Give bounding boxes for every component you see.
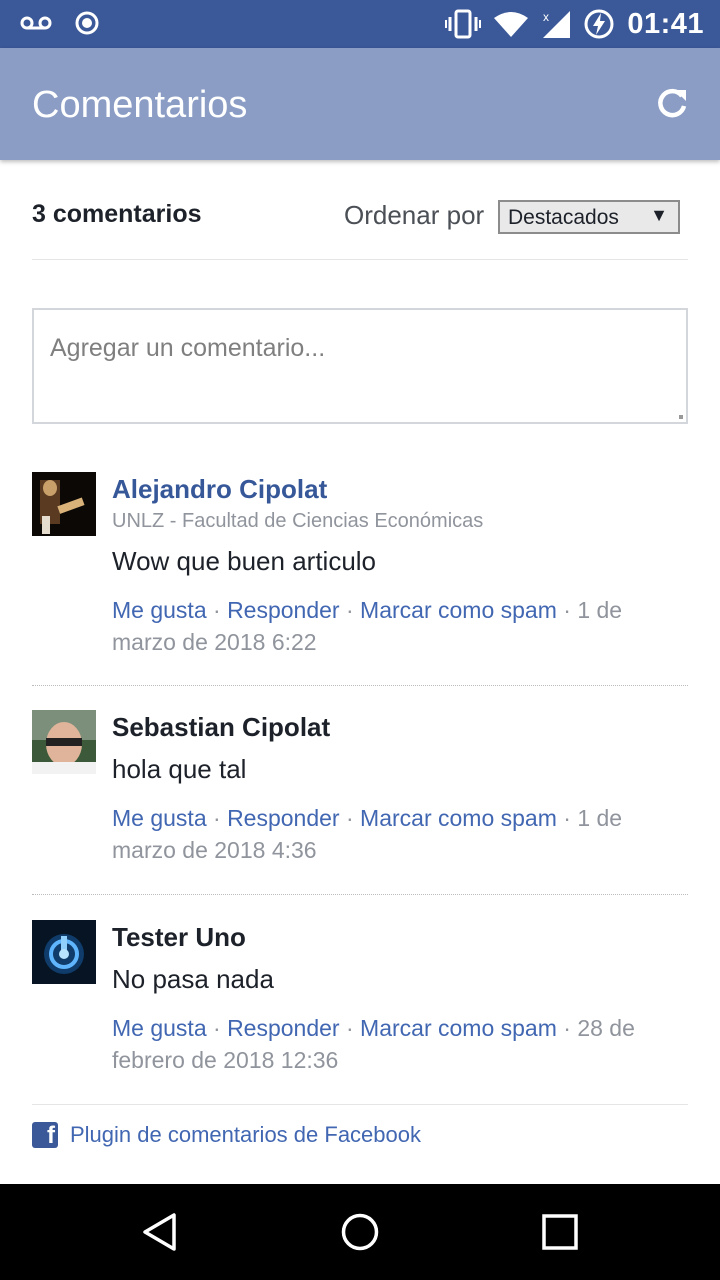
comments-plugin: 3 comentarios Ordenar por Destacados ▼ A… [32, 160, 688, 1149]
separator: · [563, 1015, 578, 1041]
comment-input-placeholder: Agregar un comentario... [50, 334, 326, 362]
reply-link[interactable]: Responder [227, 805, 340, 831]
comment-text: No pasa nada [112, 964, 274, 994]
comment-input[interactable]: Agregar un comentario... [32, 308, 688, 424]
app-bar: Comentarios [0, 48, 720, 160]
sort-select[interactable]: Destacados ▼ [498, 200, 680, 234]
refresh-icon[interactable] [654, 86, 690, 122]
avatar[interactable] [32, 920, 96, 984]
avatar[interactable] [32, 472, 96, 536]
navigation-bar [0, 1184, 720, 1280]
status-time: 01:41 [627, 7, 704, 40]
svg-text:x: x [543, 10, 549, 24]
status-bar: x 01:41 [0, 0, 720, 48]
spam-link[interactable]: Marcar como spam [360, 805, 557, 831]
vibrate-icon [445, 9, 482, 39]
chevron-down-icon: ▼ [650, 205, 668, 225]
comment-author[interactable]: Tester Uno [112, 920, 688, 954]
resize-handle[interactable] [679, 415, 683, 419]
comment-text: hola que tal [112, 754, 247, 784]
separator: · [345, 1015, 361, 1041]
spam-link[interactable]: Marcar como spam [360, 1015, 557, 1041]
record-icon [74, 10, 100, 36]
comment-actions: Me gusta · Responder · Marcar como spam … [112, 802, 688, 866]
home-icon[interactable] [340, 1212, 380, 1252]
reply-link[interactable]: Responder [227, 1015, 340, 1041]
comments-header: 3 comentarios Ordenar por Destacados ▼ [32, 160, 688, 260]
facebook-plugin-label[interactable]: Plugin de comentarios de Facebook [70, 1122, 421, 1148]
wifi-icon [493, 10, 529, 38]
facebook-icon: f [32, 1122, 58, 1149]
separator: · [563, 597, 578, 623]
like-link[interactable]: Me gusta [112, 805, 207, 831]
separator: · [345, 805, 361, 831]
comment-text: Wow que buen articulo [112, 546, 377, 576]
spam-link[interactable]: Marcar como spam [360, 597, 557, 623]
voicemail-icon [20, 15, 52, 31]
comment-actions: Me gusta · Responder · Marcar como spam … [112, 1012, 688, 1076]
like-link[interactable]: Me gusta [112, 597, 207, 623]
separator: · [213, 597, 228, 623]
battery-charging-icon [583, 8, 615, 40]
comment-divider [32, 685, 688, 686]
separator: · [213, 805, 228, 831]
avatar[interactable] [32, 710, 96, 774]
comment-author-affiliation: UNLZ - Facultad de Ciencias Económicas [112, 510, 484, 532]
footer-divider [32, 1104, 688, 1105]
comment-actions: Me gusta · Responder · Marcar como spam … [112, 594, 688, 658]
comment-count: 3 comentarios [32, 200, 202, 228]
reply-link[interactable]: Responder [227, 597, 340, 623]
separator: · [345, 597, 361, 623]
like-link[interactable]: Me gusta [112, 1015, 207, 1041]
separator: · [563, 805, 578, 831]
comment-author[interactable]: Alejandro Cipolat [112, 472, 688, 506]
sort-label: Ordenar por [344, 200, 485, 230]
facebook-plugin-link[interactable]: f Plugin de comentarios de Facebook [32, 1122, 421, 1149]
back-icon[interactable] [140, 1212, 180, 1252]
sort-selected-value: Destacados [508, 206, 619, 229]
page-title: Comentarios [32, 84, 248, 126]
separator: · [213, 1015, 228, 1041]
signal-icon: x [541, 9, 571, 39]
comment-divider [32, 894, 688, 895]
comment-author[interactable]: Sebastian Cipolat [112, 710, 688, 744]
recents-icon[interactable] [540, 1212, 580, 1252]
